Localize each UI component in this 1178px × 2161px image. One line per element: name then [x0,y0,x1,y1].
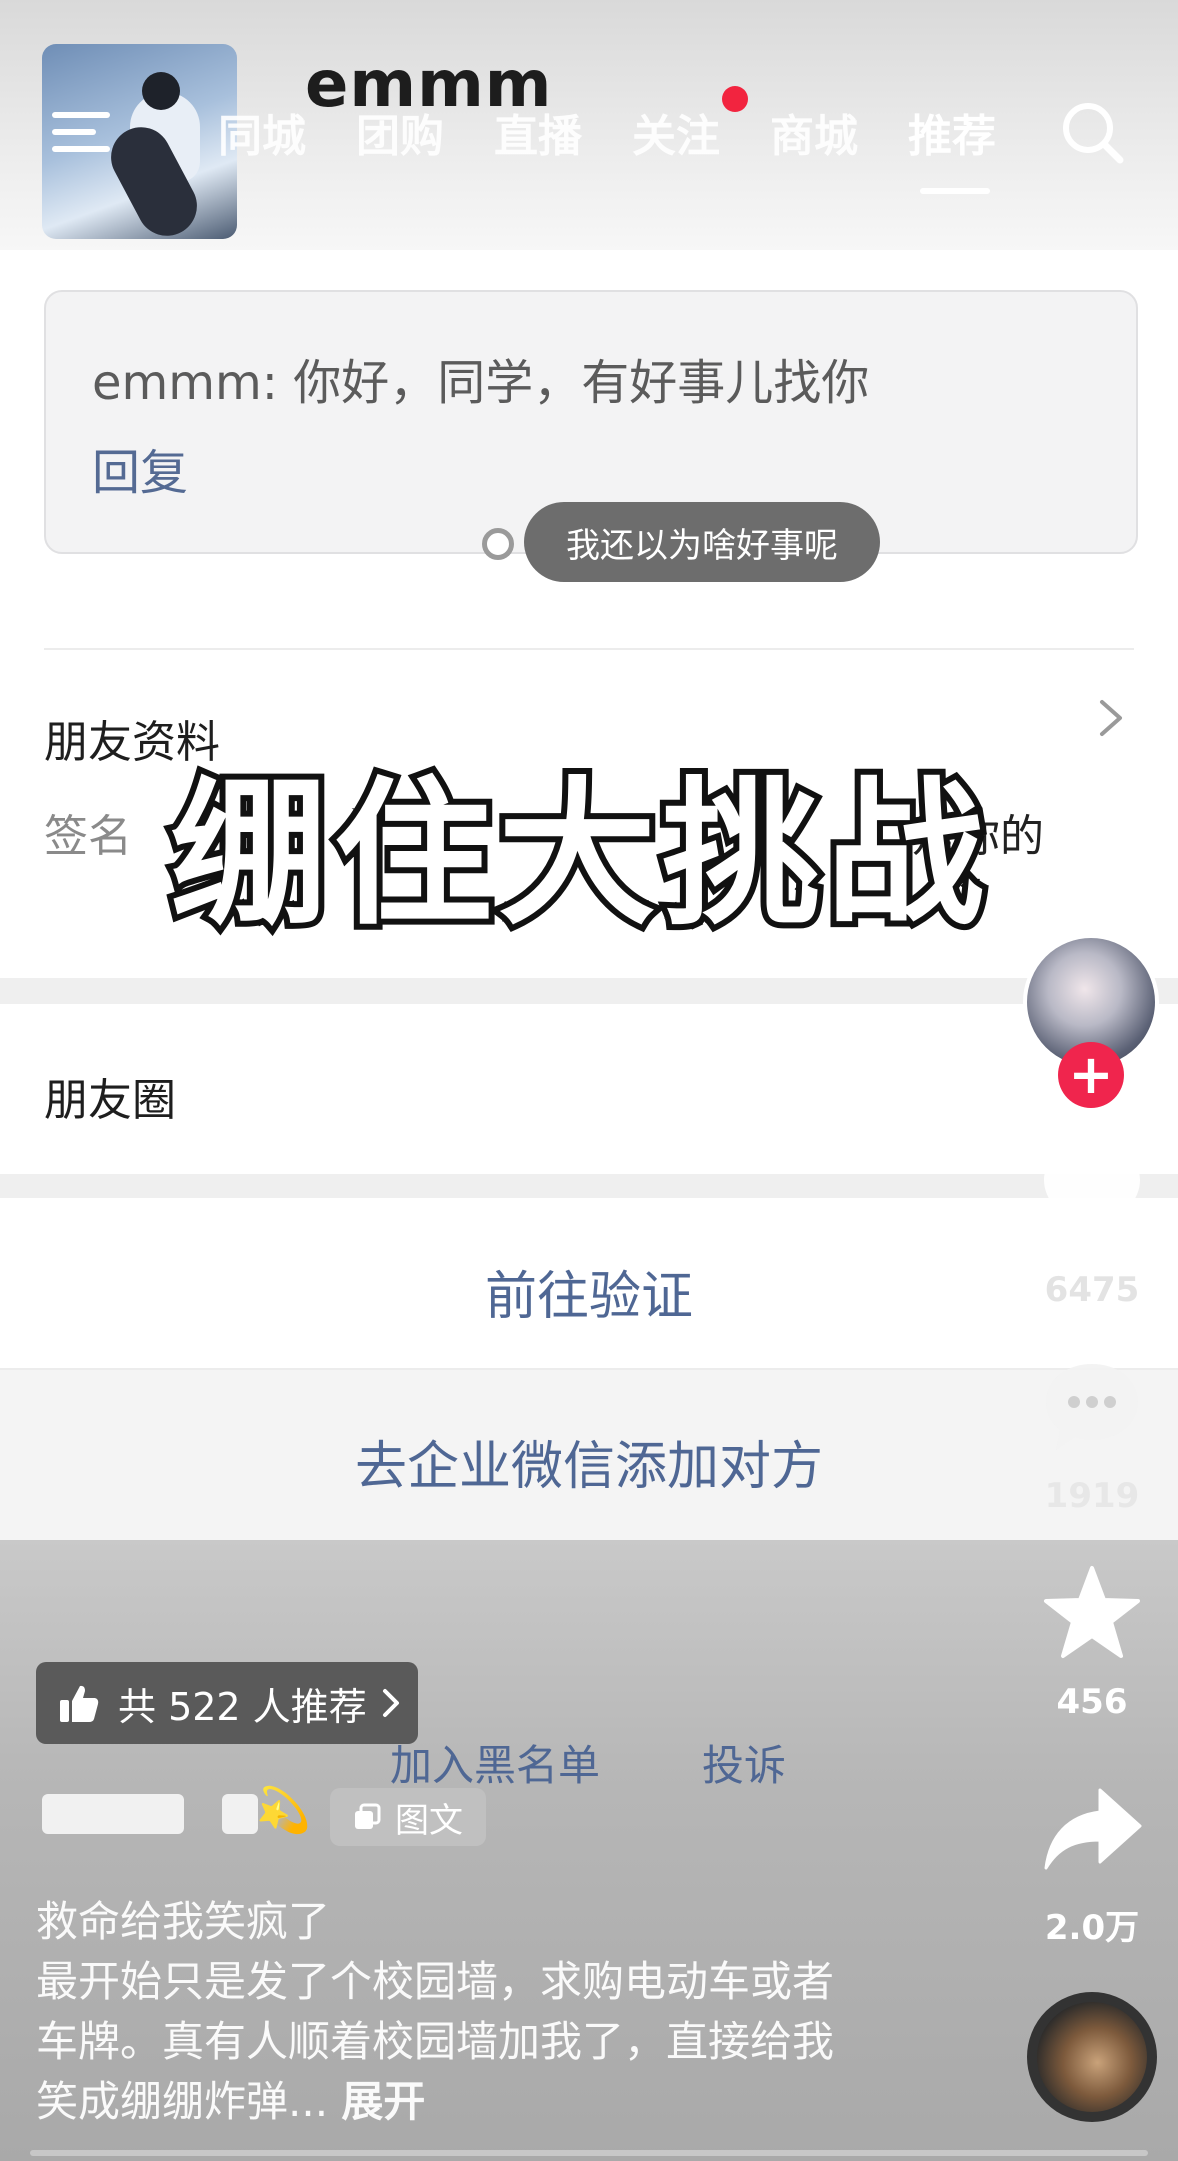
divider [44,648,1134,650]
comment-icon[interactable] [1040,1358,1144,1458]
menu-icon[interactable] [52,112,110,152]
heart-icon[interactable] [1040,1150,1144,1250]
favorite-count: 456 [1056,1682,1128,1722]
post-type-tag: 图文 [330,1788,486,1846]
reply-link[interactable]: 回复 [92,433,188,503]
report-button[interactable]: 投诉 [702,1732,786,1793]
tab-tuangou[interactable]: 团购 [356,100,444,164]
signature-label: 签名 [44,811,132,862]
plus-icon[interactable]: + [1058,1042,1124,1108]
description-line: 救命给我笑疯了 [36,1897,331,1946]
author-name-redacted [222,1794,258,1834]
share-icon[interactable] [1040,1782,1144,1882]
like-count: 6475 [1044,1270,1140,1310]
star-icon[interactable] [1040,1564,1144,1664]
section-gap [0,978,1178,1004]
comment-count: 1919 [1044,1476,1140,1516]
friend-info-title[interactable]: 朋友资料 [44,706,220,770]
tab-tongcheng[interactable]: 同城 [218,100,306,164]
description-line: 最开始只是发了个校园墙，求购电动车或者 [36,1957,835,2006]
post-description[interactable]: 救命给我笑疯了 最开始只是发了个校园墙，求购电动车或者 车牌。真有人顺着校园墙加… [36,1892,916,2132]
recommend-pill[interactable]: 共 522 人推荐 [36,1662,418,1744]
active-tab-indicator [920,188,990,194]
description-line: 车牌。真有人顺着校园墙加我了，直接给我 [36,2017,835,2066]
blacklist-button[interactable]: 加入黑名单 [390,1732,600,1793]
author-name-redacted [42,1794,184,1834]
moments-label[interactable]: 朋友圈 [44,1064,176,1128]
video-caption-overlay: 绷住大挑战 [164,763,990,947]
chevron-right-icon [382,1689,399,1717]
author-emoji: 💫 [256,1785,311,1836]
tab-guanzhu[interactable]: 关注 [632,100,720,164]
music-disc-icon[interactable] [1027,1992,1157,2122]
tab-tuijian[interactable]: 推荐 [908,100,996,164]
share-count: 2.0万 [1044,1908,1140,1948]
search-icon[interactable] [1060,100,1126,166]
video-progress-bar[interactable] [30,2150,1148,2156]
post-type-label: 图文 [395,1800,463,1841]
danmaku-indicator [482,528,514,560]
description-line: 笑成绷绷炸弹... [36,2077,329,2126]
recommend-count: 共 522 人推荐 [118,1684,367,1729]
thumbs-up-icon [60,1685,99,1722]
notification-dot [722,86,748,112]
tab-zhibo[interactable]: 直播 [494,100,582,164]
danmaku-bubble: 我还以为啥好事呢 [524,502,880,582]
chat-message-text: emmm: 你好，同学，有好事儿找你 [92,355,870,411]
chevron-right-icon[interactable] [1098,698,1124,738]
document-icon [355,1803,381,1829]
expand-button[interactable]: 展开 [341,2077,425,2126]
tab-shangcheng[interactable]: 商城 [770,100,858,164]
section-gap [0,1174,1178,1198]
